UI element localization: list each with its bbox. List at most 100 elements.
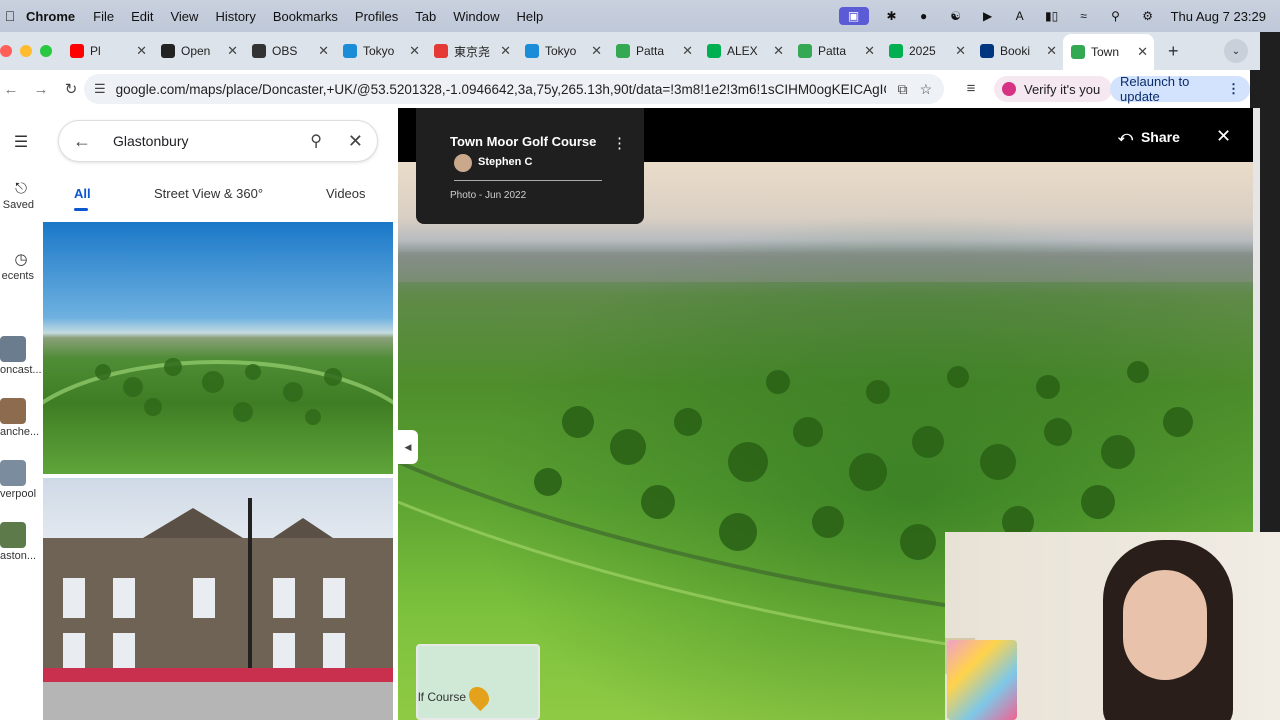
tab-title: Pl xyxy=(90,44,101,58)
close-tab-icon[interactable]: ✕ xyxy=(1046,43,1057,59)
bookmark-star-icon[interactable]: ☆ xyxy=(920,81,933,98)
browser-tab[interactable]: 2025 ✕ xyxy=(881,36,972,66)
place-label: anche... xyxy=(0,426,40,438)
tab-search-icon[interactable]: ⌄ xyxy=(1224,39,1248,63)
menu-icon[interactable]: ☰ xyxy=(0,132,42,152)
close-tab-icon[interactable]: ✕ xyxy=(591,43,602,59)
control-center-icon[interactable]: ⚙ xyxy=(1139,7,1157,25)
share-button[interactable]: ⤺ Share xyxy=(1118,128,1180,145)
browser-tab[interactable]: Patta ✕ xyxy=(608,36,699,66)
browser-tab[interactable]: Pl ✕ xyxy=(62,36,153,66)
pegman-icon[interactable] xyxy=(464,682,494,712)
tab-title: Town xyxy=(1091,45,1120,59)
zoom-window-icon[interactable] xyxy=(40,45,52,57)
new-tab-icon[interactable]: + xyxy=(1168,41,1179,62)
input-source-icon[interactable]: A xyxy=(1011,7,1029,25)
url-text[interactable]: google.com/maps/place/Doncaster,+UK/@53.… xyxy=(116,82,886,97)
verify-identity-button[interactable]: Verify it's you xyxy=(994,76,1113,102)
browser-tab[interactable]: ALEX ✕ xyxy=(699,36,790,66)
verify-label: Verify it's you xyxy=(1024,81,1101,97)
rail-recent-place[interactable]: aston... xyxy=(0,522,42,562)
browser-tab[interactable]: Booki ✕ xyxy=(972,36,1063,66)
menu-profiles[interactable]: Profiles xyxy=(355,9,398,24)
rail-saved[interactable]: ⎋ Saved xyxy=(0,180,42,211)
divider xyxy=(454,180,602,181)
creative-cloud-icon[interactable]: ☯ xyxy=(947,7,965,25)
address-bar[interactable]: ☰ google.com/maps/place/Doncaster,+UK/@5… xyxy=(84,74,944,104)
close-tab-icon[interactable]: ✕ xyxy=(955,43,966,59)
close-tab-icon[interactable]: ✕ xyxy=(318,43,329,59)
rail-recent-place[interactable]: anche... xyxy=(0,398,42,438)
browser-tab[interactable]: OBS ✕ xyxy=(244,36,335,66)
close-tab-icon[interactable]: ✕ xyxy=(864,43,875,59)
browser-tab[interactable]: Tokyo ✕ xyxy=(335,36,426,66)
browser-tab[interactable]: 東京尧 ✕ xyxy=(426,36,517,66)
search-input[interactable]: Glastonbury xyxy=(113,133,310,149)
close-tab-icon[interactable]: ✕ xyxy=(773,43,784,59)
menubar-clock[interactable]: Thu Aug 7 23:29 xyxy=(1171,9,1266,24)
close-icon[interactable]: ✕ xyxy=(348,131,363,152)
close-tab-icon[interactable]: ✕ xyxy=(682,43,693,59)
aerial-photo-art xyxy=(43,358,393,425)
wifi-icon[interactable]: ≈ xyxy=(1075,7,1093,25)
menu-window[interactable]: Window xyxy=(453,9,499,24)
focus-icon[interactable]: ● xyxy=(915,7,933,25)
author-avatar[interactable] xyxy=(454,154,472,172)
reload-icon[interactable]: ↻ xyxy=(60,80,82,98)
more-menu-icon[interactable]: ⋮ xyxy=(1227,81,1240,97)
apple-icon[interactable]:  xyxy=(0,8,20,24)
tab-active-indicator xyxy=(74,208,88,211)
webcam-person-face xyxy=(1123,570,1207,680)
menu-help[interactable]: Help xyxy=(517,9,544,24)
play-icon[interactable]: ▶ xyxy=(979,7,997,25)
more-options-icon[interactable]: ⋮ xyxy=(612,134,627,152)
rail-recent-place[interactable]: oncast... xyxy=(0,336,42,376)
photo-thumbnail-aerial[interactable] xyxy=(43,222,393,474)
mini-map[interactable]: lf Course xyxy=(416,644,540,720)
bluetooth-icon[interactable]: ✱ xyxy=(883,7,901,25)
reading-list-icon[interactable]: ≡ xyxy=(960,80,982,97)
close-tab-icon[interactable]: ✕ xyxy=(136,43,147,59)
back-arrow-icon[interactable]: ← xyxy=(73,131,97,152)
collapse-panel-button[interactable]: ◀ xyxy=(398,430,418,464)
close-tab-icon[interactable]: ✕ xyxy=(227,43,238,59)
photo-info-card: Town Moor Golf Course ⋮ Stephen C Photo … xyxy=(416,108,644,224)
rail-recents[interactable]: ◷ ecents xyxy=(0,250,42,282)
menu-view[interactable]: View xyxy=(170,9,198,24)
relaunch-update-button[interactable]: Relaunch to update ⋮ xyxy=(1110,74,1250,104)
menu-app-name[interactable]: Chrome xyxy=(26,9,75,24)
tab-videos[interactable]: Videos xyxy=(326,186,366,201)
close-tab-icon[interactable]: ✕ xyxy=(500,43,511,59)
battery-icon[interactable]: ▮▯ xyxy=(1043,7,1061,25)
search-icon[interactable]: ⚲ xyxy=(310,131,322,151)
menu-history[interactable]: History xyxy=(215,9,255,24)
browser-tab[interactable]: Open ✕ xyxy=(153,36,244,66)
close-viewer-icon[interactable]: ✕ xyxy=(1216,126,1231,147)
openai-icon xyxy=(161,44,175,58)
tab-street-view[interactable]: Street View & 360° xyxy=(154,186,263,201)
forward-icon[interactable]: → xyxy=(30,81,52,98)
menu-edit[interactable]: Edit xyxy=(131,9,153,24)
site-info-icon[interactable]: ☰ xyxy=(94,81,106,97)
tab-all[interactable]: All xyxy=(74,186,91,201)
browser-tab[interactable]: Tokyo ✕ xyxy=(517,36,608,66)
screen-mirror-icon[interactable]: ▣ xyxy=(838,7,869,25)
menu-file[interactable]: File xyxy=(93,9,114,24)
browser-tab[interactable]: Patta ✕ xyxy=(790,36,881,66)
browser-tab[interactable]: Town ✕ xyxy=(1063,34,1154,70)
install-app-icon[interactable]: ⧉ xyxy=(898,81,908,98)
author-name[interactable]: Stephen C xyxy=(478,156,532,168)
spotlight-search-icon[interactable]: ⚲ xyxy=(1107,7,1125,25)
close-tab-icon[interactable]: ✕ xyxy=(1137,44,1148,60)
menu-bookmarks[interactable]: Bookmarks xyxy=(273,9,338,24)
photo-thumbnail-mansion[interactable] xyxy=(43,478,393,720)
close-window-icon[interactable] xyxy=(0,45,12,57)
back-icon[interactable]: ← xyxy=(0,81,22,98)
minimize-window-icon[interactable] xyxy=(20,45,32,57)
search-results-panel: ← Glastonbury ⚲ ✕ All Street View & 360°… xyxy=(42,108,398,720)
place-thumbnail xyxy=(0,460,26,486)
rail-recent-place[interactable]: verpool xyxy=(0,460,42,500)
close-tab-icon[interactable]: ✕ xyxy=(409,43,420,59)
menu-tab[interactable]: Tab xyxy=(415,9,436,24)
place-title[interactable]: Town Moor Golf Course xyxy=(450,134,596,149)
